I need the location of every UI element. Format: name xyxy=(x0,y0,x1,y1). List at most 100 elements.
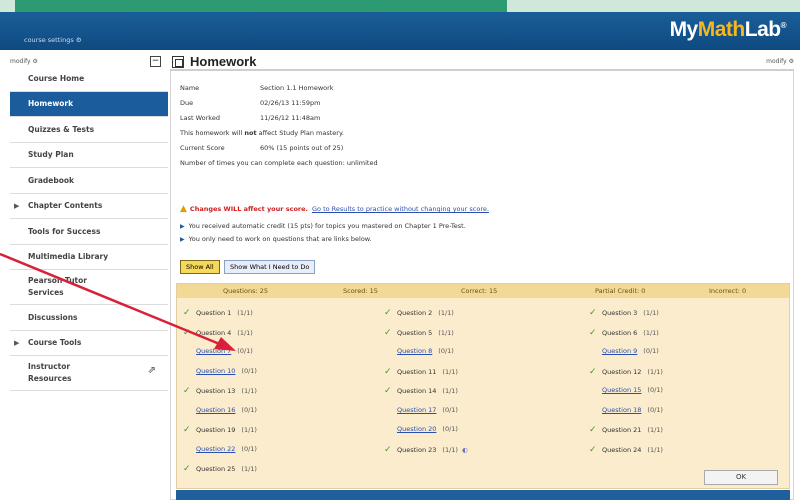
question-item: ✓ Question 24 (1/1) xyxy=(589,445,663,455)
sidebar-item-label: Chapter Contents xyxy=(28,201,103,211)
question-name: Question 14 xyxy=(397,387,437,395)
checkmark-icon: ✓ xyxy=(183,308,191,318)
question-name[interactable]: Question 10 xyxy=(196,367,235,375)
info-current-score: Current Score 60% (15 points out of 25) xyxy=(180,144,344,152)
course-settings-link[interactable]: course settings ⚙ xyxy=(24,36,82,44)
question-score: (1/1) xyxy=(237,328,253,337)
question-name[interactable]: Question 8 xyxy=(397,347,432,355)
question-score: (0/1) xyxy=(241,444,257,453)
question-name[interactable]: Question 17 xyxy=(397,406,436,414)
checkmark-icon: ✓ xyxy=(589,366,597,377)
expand-arrow-icon[interactable]: ▶ xyxy=(14,202,19,210)
sidebar-item-label: Discussions xyxy=(28,312,78,322)
modify-menu-link[interactable]: modify ⚙ xyxy=(10,58,38,65)
info-attempts: Number of times you can complete each qu… xyxy=(180,159,378,167)
top-accent-bar xyxy=(15,0,507,12)
ok-button[interactable]: OK xyxy=(704,470,778,485)
summary-correct: Correct: 15 xyxy=(461,287,498,295)
question-name: Question 5 xyxy=(397,328,433,337)
question-item[interactable]: Question 20 (0/1) xyxy=(384,425,458,433)
question-name: Question 25 xyxy=(196,465,236,473)
question-score: (0/1) xyxy=(647,405,663,414)
sidebar-item-chapter-contents[interactable]: ▶ Chapter Contents xyxy=(10,194,168,219)
course-nav-sidebar: Course Home Homework Quizzes & Tests Study … xyxy=(10,66,168,500)
question-name[interactable]: Question 9 xyxy=(602,347,637,355)
question-item: ✓ Question 19 (1/1) xyxy=(183,425,257,435)
question-item[interactable]: Question 8 (0/1) xyxy=(384,347,454,355)
modify-content-link[interactable]: modify ⚙ xyxy=(766,58,794,65)
question-score: (1/1) xyxy=(438,328,454,337)
sidebar-item-multimedia-library[interactable]: Multimedia Library xyxy=(10,245,168,270)
question-item: ✓ Question 23 (1/1) ◐ xyxy=(384,445,468,455)
sidebar-item-quizzes-tests[interactable]: Quizzes & Tests xyxy=(10,117,168,143)
question-item: ✓ Question 12 (1/1) xyxy=(589,367,663,377)
sidebar-item-course-tools[interactable]: ▶ Course Tools xyxy=(10,331,168,356)
question-item: ✓ Question 2 (1/1) xyxy=(384,308,454,318)
question-name[interactable]: Question 18 xyxy=(602,406,641,414)
sidebar-item-label: Homework xyxy=(28,99,74,109)
page-title: Homework xyxy=(190,54,257,69)
sidebar-item-pearson-tutor-services[interactable]: Pearson Tutor Services xyxy=(10,270,168,305)
sidebar-item-gradebook[interactable]: Gradebook xyxy=(10,168,168,194)
question-item[interactable]: Question 9 (0/1) xyxy=(589,347,659,355)
question-item[interactable]: Question 22 (0/1) xyxy=(183,445,257,453)
info-due: Due 02/26/13 11:59pm xyxy=(180,99,321,107)
question-score: (1/1) xyxy=(438,309,454,317)
checkmark-icon: ✓ xyxy=(589,444,597,455)
expand-arrow-icon[interactable]: ▶ xyxy=(14,339,19,347)
sidebar-item-course-home[interactable]: Course Home xyxy=(10,66,168,92)
sidebar-item-instructor-resources[interactable]: Instructor Resources ⇗ xyxy=(10,356,168,391)
question-item[interactable]: Question 17 (0/1) xyxy=(384,406,458,414)
app-header: MyMathLab® course settings ⚙ xyxy=(0,12,800,50)
footer-bar xyxy=(176,490,790,500)
question-score: (1/1) xyxy=(647,426,663,434)
question-item[interactable]: Question 7 (0/1) xyxy=(183,347,253,355)
warning-text: Changes WILL affect your score. xyxy=(189,205,309,213)
question-score: (0/1) xyxy=(438,347,454,355)
checkmark-icon: ✓ xyxy=(589,327,597,338)
sidebar-item-discussions[interactable]: Discussions xyxy=(10,305,168,331)
question-item[interactable]: Question 16 (0/1) xyxy=(183,406,257,414)
question-name[interactable]: Question 22 xyxy=(196,445,235,453)
sidebar-item-label: Instructor Resources xyxy=(28,362,72,383)
checkmark-icon: ✓ xyxy=(384,386,392,396)
question-name[interactable]: Question 7 xyxy=(196,347,231,355)
question-score: (1/1) xyxy=(237,309,253,317)
question-score: (1/1) xyxy=(442,445,458,454)
checkmark-icon: ✓ xyxy=(384,327,392,338)
question-name: Question 21 xyxy=(602,426,642,434)
sidebar-item-label: Multimedia Library xyxy=(28,252,109,262)
question-name: Question 1 xyxy=(196,309,232,317)
show-all-button[interactable]: Show All xyxy=(180,260,220,274)
question-name: Question 4 xyxy=(196,328,232,337)
go-to-results-link[interactable]: Go to Results to practice without changi… xyxy=(312,205,489,213)
sidebar-item-label: Course Tools xyxy=(28,338,82,348)
question-item[interactable]: Question 10 (0/1) xyxy=(183,367,257,375)
sidebar-item-homework[interactable]: Homework xyxy=(10,91,168,117)
help-icon[interactable]: ◐ xyxy=(462,446,468,454)
question-name[interactable]: Question 15 xyxy=(602,386,641,394)
question-score: (0/1) xyxy=(241,366,257,375)
checkmark-icon: ✓ xyxy=(183,386,191,396)
question-item: ✓ Question 13 (1/1) xyxy=(183,386,257,396)
sidebar-item-study-plan[interactable]: Study Plan xyxy=(10,143,168,168)
score-warning: ▲ Changes WILL affect your score. Go to Re… xyxy=(180,204,489,214)
question-name[interactable]: Question 20 xyxy=(397,425,436,433)
questions-panel: Questions: 25 Scored: 15 Correct: 15 Par… xyxy=(176,283,790,489)
question-item[interactable]: Question 18 (0/1) xyxy=(589,406,663,414)
question-item: ✓ Question 14 (1/1) xyxy=(384,386,458,396)
question-item: ✓ Question 4 (1/1) xyxy=(183,328,253,338)
bullet-triangle-icon: ▶ xyxy=(180,223,185,230)
sidebar-item-tools-for-success[interactable]: Tools for Success xyxy=(10,219,168,245)
question-item[interactable]: Question 15 (0/1) xyxy=(589,386,663,394)
question-score: (1/1) xyxy=(241,426,257,434)
external-link-icon[interactable]: ⇗ xyxy=(148,365,156,377)
question-name: Question 12 xyxy=(602,367,642,376)
checkmark-icon: ✓ xyxy=(183,425,191,435)
question-score: (1/1) xyxy=(647,367,663,376)
question-name[interactable]: Question 16 xyxy=(196,406,235,414)
question-score: (0/1) xyxy=(643,347,659,355)
question-name: Question 19 xyxy=(196,426,236,434)
show-what-i-need-button[interactable]: Show What I Need to Do xyxy=(224,260,316,274)
question-name: Question 11 xyxy=(397,367,437,376)
